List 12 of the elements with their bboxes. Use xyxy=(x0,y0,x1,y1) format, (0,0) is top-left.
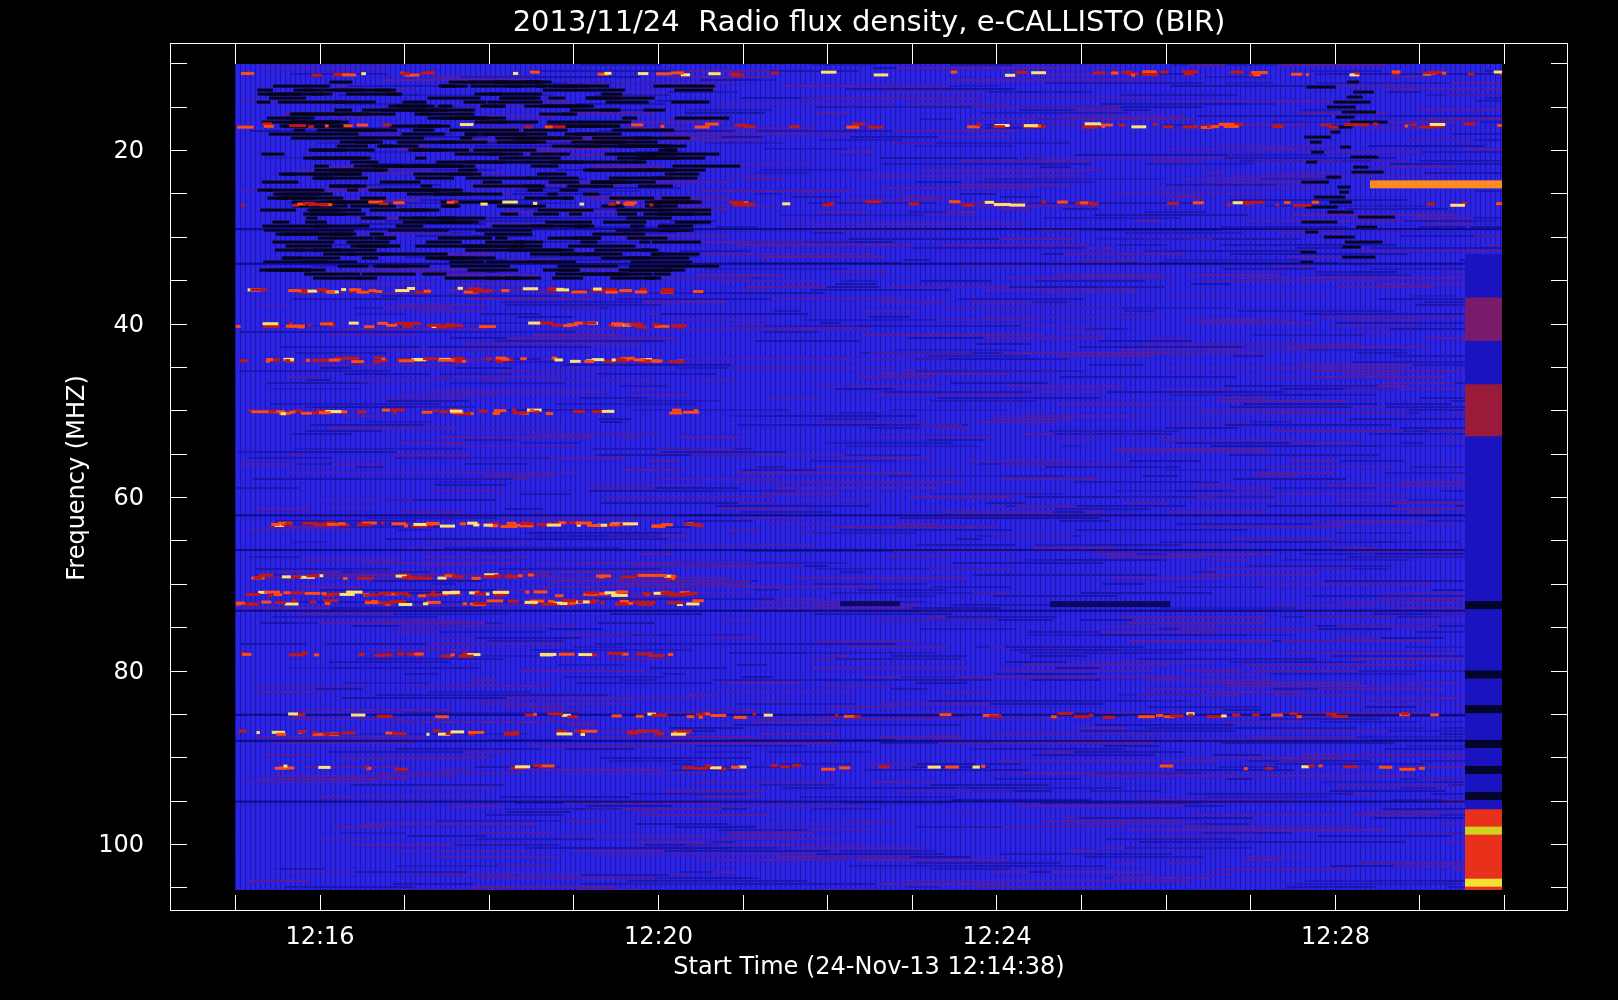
tick-label: 12:20 xyxy=(623,922,694,950)
tick-label: 80 xyxy=(113,656,144,685)
tick-label: 12:28 xyxy=(1300,922,1371,950)
tick-label: 40 xyxy=(113,309,144,338)
tick-label: 100 xyxy=(98,830,144,858)
axis-title: Frequency (MHZ) xyxy=(62,375,90,581)
tick-label: 20 xyxy=(113,136,144,164)
tick-label: 12:24 xyxy=(962,922,1032,950)
tick-label: 60 xyxy=(113,483,144,511)
chart-title: 2013/11/24 Radio flux density, e-CALLISTO (BIR) xyxy=(512,4,1226,38)
tick-label: 12:16 xyxy=(285,922,355,950)
axis-title: Start Time (24-Nov-13 12:14:38) xyxy=(673,952,1065,980)
